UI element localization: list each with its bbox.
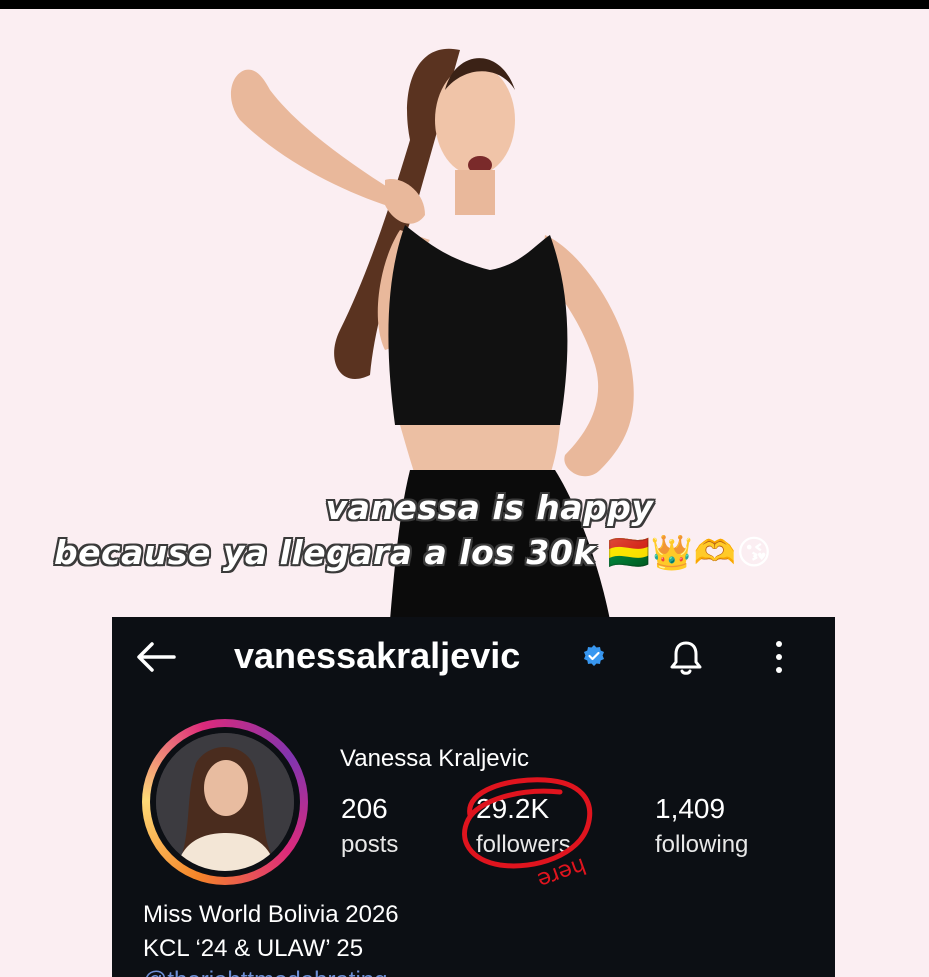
verified-badge-icon (584, 645, 604, 666)
profile-full-name: Vanessa Kraljevic (340, 745, 529, 772)
top-status-bar (0, 0, 929, 9)
stat-posts[interactable]: 206 posts (341, 793, 398, 859)
bio-line-2: KCL ‘24 & ULAW’ 25 (143, 935, 364, 962)
bell-icon[interactable] (668, 639, 704, 677)
caption-line-2-text: because ya llegara a los 30k (54, 533, 596, 572)
profile-username: vanessakraljevic (234, 635, 521, 676)
avatar-ring-gap (150, 727, 300, 877)
stat-following-label: following (655, 831, 749, 858)
stat-posts-value: 206 (341, 793, 388, 824)
more-vertical-icon[interactable] (772, 639, 786, 675)
stat-following-value: 1,409 (655, 793, 726, 824)
stat-following[interactable]: 1,409 following (655, 793, 748, 859)
back-arrow-icon[interactable] (134, 637, 178, 684)
caption-line-1: vanessa is happy (325, 488, 654, 527)
stat-posts-label: posts (341, 831, 399, 858)
avatar[interactable] (156, 733, 294, 871)
caption-emojis: 🇧🇴👑🫶😘 (607, 533, 773, 573)
bio-line-1: Miss World Bolivia 2026 (143, 901, 399, 928)
avatar-story-ring[interactable] (142, 719, 308, 885)
marker-here-text: here (534, 852, 589, 892)
woman-illustration (230, 48, 634, 620)
caption-line-2: because ya llegara a los 30k 🇧🇴👑🫶😘 (0, 533, 929, 573)
photo-woman-posing (200, 30, 760, 620)
bio-link[interactable]: @theriahttmedabrating (143, 967, 388, 977)
marker-here-annotation: here (534, 852, 589, 892)
